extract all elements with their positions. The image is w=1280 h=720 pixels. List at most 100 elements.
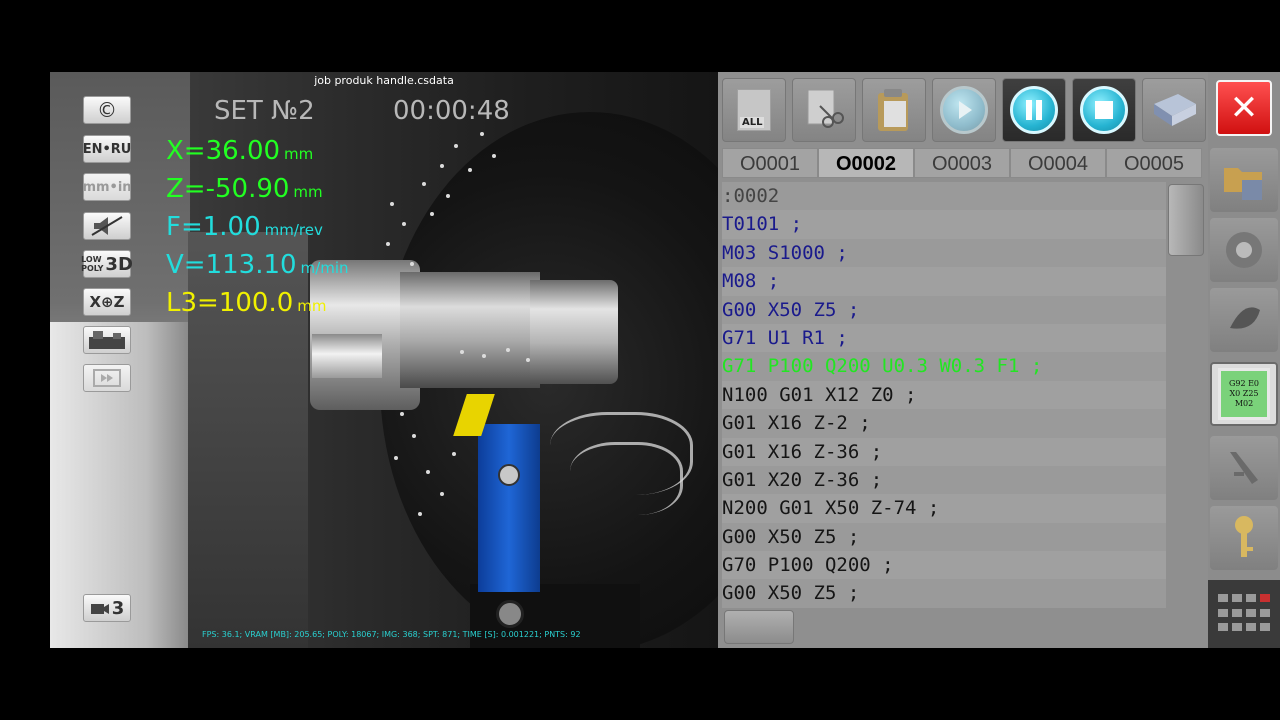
particle xyxy=(412,434,416,438)
coord-z-unit: mm xyxy=(293,183,323,201)
tab-o0004[interactable]: O0004 xyxy=(1010,148,1106,178)
bolt-icon xyxy=(496,600,524,628)
code-line[interactable]: G01 X16 Z-36 ; xyxy=(722,437,1166,466)
feed-rate: F=1.00 mm/rev xyxy=(166,212,323,245)
tool-settings-button[interactable] xyxy=(1210,288,1278,352)
cnc-screen-line: X0 Z25 xyxy=(1229,389,1259,398)
coord-z: Z=-50.90 mm xyxy=(166,174,323,207)
particle xyxy=(440,164,444,168)
particle xyxy=(460,350,464,354)
low-poly-3d-button[interactable]: LOW POLY 3D xyxy=(81,250,133,278)
code-line[interactable]: G71 U1 R1 ; xyxy=(722,323,1166,353)
code-line[interactable]: G00 X50 Z5 ; xyxy=(722,579,1166,607)
axis-view-button[interactable]: X⊕Z xyxy=(83,288,131,316)
particle xyxy=(440,492,444,496)
select-all-label: ALL xyxy=(740,117,765,128)
code-line[interactable]: G70 P100 Q200 ; xyxy=(722,551,1166,580)
book-icon xyxy=(1154,94,1196,126)
cnc-screen-line: M02 xyxy=(1234,399,1254,408)
horizontal-scrollbar-thumb[interactable] xyxy=(724,610,794,644)
feed-value: F=1.00 xyxy=(166,212,261,242)
play-button[interactable] xyxy=(932,78,996,142)
vertical-scrollbar-thumb[interactable] xyxy=(1168,184,1204,256)
cutting-insert xyxy=(453,394,495,436)
tab-o0003[interactable]: O0003 xyxy=(914,148,1010,178)
low-poly-label-mid: POLY xyxy=(81,264,104,273)
tool-holder xyxy=(478,424,540,592)
coord-x-unit: mm xyxy=(284,145,314,163)
program-tabs: O0001 O0002 O0003 O0004 O0005 xyxy=(722,148,1202,178)
key-button[interactable] xyxy=(1210,506,1278,570)
code-line[interactable]: N200 G01 X50 Z-74 ; xyxy=(722,494,1166,523)
key-icon xyxy=(1235,516,1253,557)
feed-unit: mm/rev xyxy=(264,221,323,239)
keypad-button[interactable] xyxy=(1208,580,1280,648)
tab-o0005[interactable]: O0005 xyxy=(1106,148,1202,178)
keypad-icon xyxy=(1218,594,1228,602)
code-line[interactable]: G01 X16 Z-2 ; xyxy=(722,409,1166,437)
units-toggle-button[interactable]: mm•in xyxy=(82,173,132,201)
cut-button[interactable] xyxy=(792,78,856,142)
chuck-settings-button[interactable] xyxy=(1210,218,1278,282)
pause-icon xyxy=(1010,86,1058,134)
particle xyxy=(506,348,510,352)
copyright-button[interactable]: © xyxy=(83,96,131,124)
manual-button[interactable] xyxy=(1142,78,1206,142)
metal-chip xyxy=(550,412,693,495)
particle xyxy=(482,354,486,358)
camera-switch-button[interactable]: 3 xyxy=(83,594,131,622)
particle xyxy=(426,470,430,474)
background-disc xyxy=(380,112,718,648)
chuck-icon xyxy=(1226,232,1262,268)
particle xyxy=(390,202,394,206)
particle xyxy=(422,182,426,186)
language-toggle-button[interactable]: EN•RU xyxy=(83,135,131,163)
code-line[interactable]: T0101 ; xyxy=(722,210,1166,239)
tab-o0002[interactable]: O0002 xyxy=(818,148,914,178)
program-editor-panel: ALL O0001 O0002 O0003 O0004 O0005:0002 … xyxy=(718,72,1208,648)
stop-button[interactable] xyxy=(1072,78,1136,142)
particle xyxy=(468,168,472,172)
set-label: SET №2 xyxy=(214,96,315,126)
code-line[interactable]: G00 X50 Z5 ; xyxy=(722,523,1166,551)
file-save-button[interactable] xyxy=(1210,148,1278,212)
tab-o0001[interactable]: O0001 xyxy=(722,148,818,178)
particle xyxy=(492,154,496,158)
paste-button[interactable] xyxy=(862,78,926,142)
code-line-active[interactable]: G71 P100 Q200 U0.3 W0.3 F1 ; xyxy=(722,352,1166,380)
cnc-program-button[interactable]: G92 E0 X0 Z25 M02 xyxy=(1210,362,1278,426)
particle xyxy=(394,456,398,460)
measure-button[interactable] xyxy=(1210,436,1278,500)
gcode-text-area[interactable]: :0002 T0101 ; M03 S1000 ; M08 ; G00 X50 … xyxy=(722,182,1166,608)
l3-unit: mm xyxy=(297,297,327,315)
play-icon xyxy=(940,86,988,134)
code-line[interactable]: N100 G01 X12 Z0 ; xyxy=(722,380,1166,410)
code-line[interactable]: G00 X50 Z5 ; xyxy=(722,296,1166,324)
lathe-machine-icon xyxy=(89,331,125,349)
particle xyxy=(410,262,414,266)
clamp-screw-icon xyxy=(498,464,520,486)
simulation-mode-button[interactable] xyxy=(83,364,131,392)
select-all-button[interactable]: ALL xyxy=(722,78,786,142)
stop-icon xyxy=(1080,86,1128,134)
right-toolbar: ✕ G92 E0 X0 Z25 M02 xyxy=(1208,72,1280,648)
machine-view-button[interactable] xyxy=(83,326,131,354)
code-line[interactable]: G01 X20 Z-36 ; xyxy=(722,466,1166,494)
particle xyxy=(430,212,434,216)
code-line[interactable]: :0002 xyxy=(722,182,1166,210)
clipboard-icon xyxy=(878,89,908,131)
particle xyxy=(454,144,458,148)
mute-sound-button[interactable] xyxy=(83,212,131,240)
particle xyxy=(452,452,456,456)
metal-chip xyxy=(570,442,683,515)
code-line[interactable]: M08 ; xyxy=(722,267,1166,296)
scissors-document-icon xyxy=(807,89,844,128)
workpiece-end xyxy=(530,280,618,384)
close-button[interactable]: ✕ xyxy=(1216,80,1272,136)
particle xyxy=(446,194,450,198)
lathe-3d-viewport[interactable]: job produk handle.csdata SET №2 00:00:48… xyxy=(50,72,718,648)
pause-button[interactable] xyxy=(1002,78,1066,142)
workpiece-middle xyxy=(400,272,540,388)
file-title: job produk handle.csdata xyxy=(314,74,454,87)
code-line[interactable]: M03 S1000 ; xyxy=(722,239,1166,267)
